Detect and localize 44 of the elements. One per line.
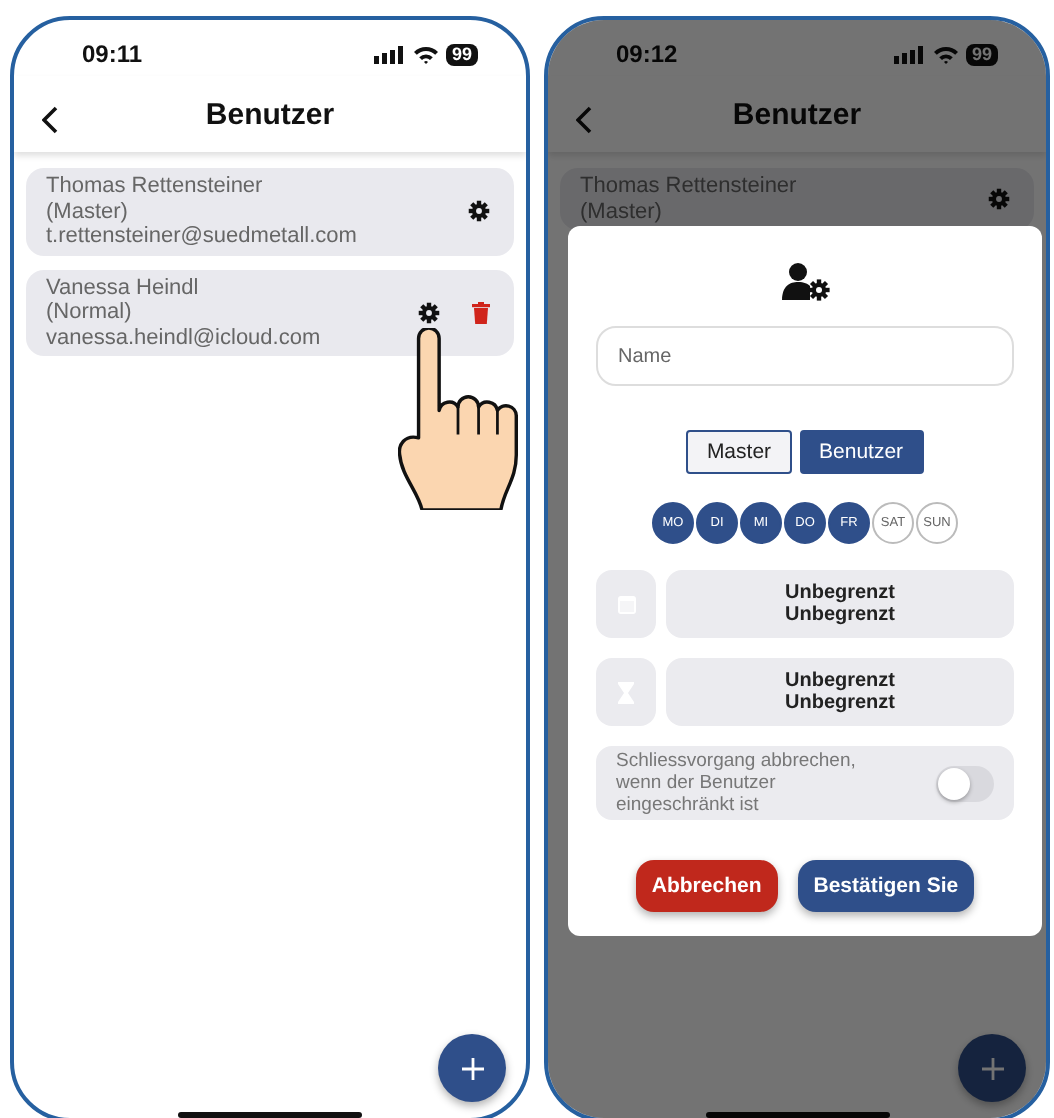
settings-button[interactable] (414, 297, 444, 328)
add-button[interactable] (438, 1034, 506, 1102)
option-label: Schliessvorgang abbrechen, wenn der Benutzer eingeschränkt ist (616, 750, 858, 816)
trash-icon (472, 301, 490, 324)
role-option[interactable]: Benutzer (799, 430, 924, 474)
user-name: Thomas Rettensteiner (46, 174, 265, 199)
settings-icon (988, 188, 1010, 210)
page-title: Benutzer (732, 97, 862, 131)
plus-icon (461, 1057, 483, 1079)
settings-icon (468, 200, 490, 223)
battery-indicator: 99 (965, 43, 998, 65)
settings-button[interactable] (464, 196, 494, 227)
chevron-left-icon (42, 106, 58, 134)
user-card[interactable]: Vanessa Heindl (Normal) vanessa.heindl@icloud.com (26, 269, 514, 356)
name-field[interactable]: Name (596, 326, 1014, 386)
limit-selector[interactable]: Unbegrenzt Unbegrenzt (666, 570, 1014, 638)
user-email: t.rettensteiner@suedmetall.com (46, 224, 359, 249)
plus-icon (981, 1057, 1003, 1079)
toggle-switch[interactable] (936, 765, 994, 801)
user-name: Vanessa Heindl (46, 275, 201, 300)
wifi-icon (933, 45, 958, 63)
signal-icon (893, 45, 926, 63)
battery-indicator: 99 (445, 43, 478, 65)
user-role: (Normal) (46, 300, 134, 325)
user-settings-icon (781, 262, 829, 302)
user-role: (Master) (580, 199, 664, 224)
back-button[interactable] (38, 102, 62, 138)
page-title: Benutzer (205, 97, 335, 131)
cancel-button[interactable]: Abbrechen (635, 860, 778, 912)
limit-selector[interactable]: Unbegrenzt Unbegrenzt (666, 658, 1014, 726)
wifi-icon (413, 45, 438, 63)
role-option[interactable]: Master (686, 430, 792, 474)
user-email: vanessa.heindl@icloud.com (46, 325, 323, 350)
add-button[interactable] (958, 1034, 1026, 1102)
user-card[interactable]: Thomas Rettensteiner (Master) t.rettensteiner@suedmetall.com (26, 168, 514, 255)
status-time: 09:11 (82, 40, 143, 68)
confirm-button[interactable]: Bestätigen Sie (797, 860, 975, 912)
delete-button[interactable] (468, 297, 494, 328)
settings-icon (418, 301, 440, 324)
status-time: 09:12 (616, 40, 678, 68)
chevron-left-icon (576, 106, 592, 134)
signal-icon (373, 45, 406, 63)
user-name: Thomas Rettensteiner (580, 174, 799, 199)
user-role: (Master) (46, 199, 130, 224)
